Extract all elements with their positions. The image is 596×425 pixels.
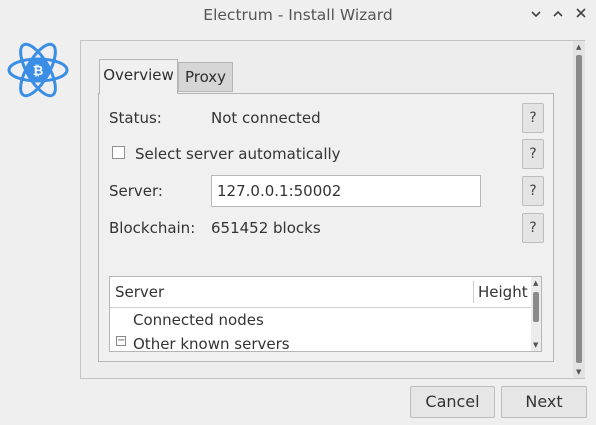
- title-bar: Electrum - Install Wizard: [0, 0, 596, 30]
- status-label: Status:: [109, 109, 162, 127]
- auto-select-label[interactable]: Select server automatically: [135, 145, 341, 163]
- scroll-down-icon[interactable]: ▼: [576, 368, 581, 376]
- status-value: Not connected: [211, 109, 321, 127]
- column-divider[interactable]: [473, 281, 474, 303]
- tree-scroll-up-icon[interactable]: ▲: [533, 279, 538, 287]
- column-header-server[interactable]: Server: [115, 283, 164, 301]
- server-label: Server:: [109, 182, 163, 200]
- tree-scrollbar-thumb[interactable]: [533, 292, 539, 322]
- tab-proxy[interactable]: Proxy: [178, 62, 233, 92]
- status-help-button[interactable]: ?: [522, 103, 544, 133]
- chevron-down-icon[interactable]: [527, 7, 545, 23]
- tab-overview[interactable]: Overview: [99, 59, 178, 94]
- window-title: Electrum - Install Wizard: [203, 6, 393, 24]
- auto-select-help-button[interactable]: ?: [522, 139, 544, 169]
- tree-header: Server Height: [110, 277, 531, 308]
- blockchain-help-button[interactable]: ?: [522, 213, 544, 243]
- blockchain-value: 651452 blocks: [211, 219, 321, 237]
- blockchain-label: Blockchain:: [109, 219, 196, 237]
- close-icon[interactable]: [572, 7, 590, 23]
- server-tree[interactable]: Server Height Connected nodes − Other kn…: [109, 276, 542, 352]
- next-button[interactable]: Next: [501, 386, 587, 418]
- panel-scrollbar[interactable]: ▲ ▼: [573, 41, 585, 378]
- tree-item-connected-nodes[interactable]: Connected nodes: [133, 311, 264, 329]
- collapse-icon[interactable]: −: [116, 336, 126, 346]
- server-help-button[interactable]: ?: [522, 176, 544, 206]
- column-header-height[interactable]: Height: [478, 283, 528, 301]
- scrollbar-thumb[interactable]: [576, 55, 582, 363]
- tree-item-other-servers[interactable]: Other known servers: [133, 335, 290, 351]
- electrum-logo-icon: ₿: [6, 40, 70, 100]
- svg-text:₿: ₿: [33, 64, 44, 79]
- scroll-up-icon[interactable]: ▲: [576, 43, 581, 51]
- server-input[interactable]: 127.0.0.1:50002: [211, 175, 481, 207]
- tree-scroll-down-icon[interactable]: ▼: [533, 341, 538, 349]
- tree-scrollbar[interactable]: ▲ ▼: [531, 277, 541, 351]
- auto-select-checkbox[interactable]: [112, 146, 125, 159]
- cancel-button[interactable]: Cancel: [410, 386, 495, 418]
- chevron-up-icon[interactable]: [549, 7, 567, 23]
